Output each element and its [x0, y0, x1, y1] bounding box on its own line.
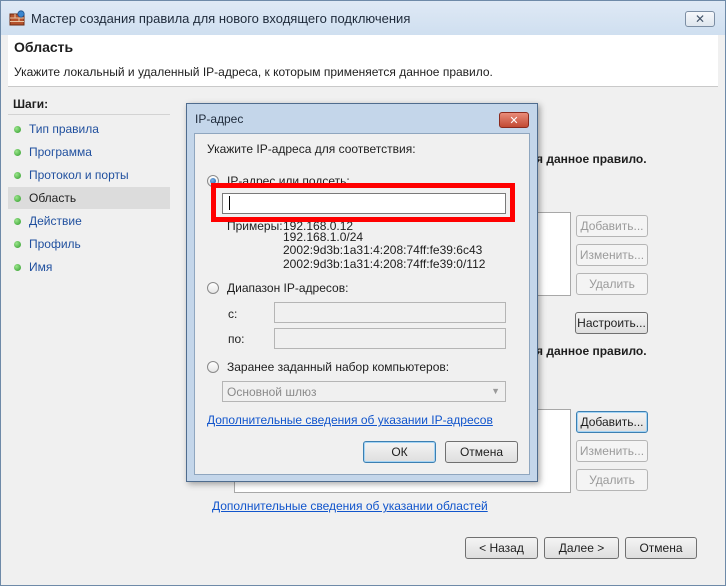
step-rule-type[interactable]: Тип правила — [8, 118, 170, 140]
remote-add-button[interactable]: Добавить... — [576, 411, 648, 433]
step-profile[interactable]: Профиль — [8, 233, 170, 255]
local-ip-list[interactable] — [536, 212, 571, 296]
remote-edit-button[interactable]: Изменить... — [576, 440, 648, 462]
preset-radio[interactable] — [207, 361, 219, 373]
local-add-button[interactable]: Добавить... — [576, 215, 648, 237]
dialog-title: IP-адрес — [195, 112, 244, 126]
next-button[interactable]: Далее > — [544, 537, 619, 559]
ip-range-radio[interactable] — [207, 282, 219, 294]
step-action[interactable]: Действие — [8, 210, 170, 232]
step-name[interactable]: Имя — [8, 256, 170, 278]
bullet-icon — [14, 217, 21, 225]
window-close-button[interactable]: ✕ — [685, 11, 715, 27]
local-remove-button[interactable]: Удалить — [576, 273, 648, 295]
dialog-instruction: Укажите IP-адреса для соответствия: — [207, 142, 416, 156]
chevron-down-icon: ▼ — [491, 386, 500, 396]
step-label: Область — [29, 191, 77, 205]
page-header: Область Укажите локальный и удаленный IP… — [8, 35, 718, 87]
firewall-icon — [9, 10, 25, 26]
step-label: Программа — [29, 145, 92, 159]
page-subtitle: Укажите локальный и удаленный IP-адреса,… — [14, 65, 493, 79]
configure-button[interactable]: Настроить... — [575, 312, 648, 334]
example-ipv4-subnet: 192.168.1.0/24 — [283, 230, 364, 244]
step-label: Действие — [29, 214, 82, 228]
step-label: Протокол и порты — [29, 168, 129, 182]
ip-help-link[interactable]: Дополнительные сведения об указании IP-а… — [207, 413, 493, 427]
steps-panel: Шаги: Тип правила Программа Протокол и п… — [8, 94, 173, 584]
range-to-label: по: — [228, 332, 245, 346]
preset-select[interactable]: Основной шлюз ▼ — [222, 381, 506, 402]
range-from-label: с: — [228, 307, 238, 321]
step-label: Тип правила — [29, 122, 99, 136]
step-label: Имя — [29, 260, 53, 274]
bullet-icon — [14, 148, 21, 156]
step-protocol-ports[interactable]: Протокол и порты — [8, 164, 170, 186]
step-program[interactable]: Программа — [8, 141, 170, 163]
steps-divider — [8, 114, 170, 115]
bullet-icon — [14, 194, 21, 202]
close-icon: ✕ — [509, 114, 519, 127]
close-icon: ✕ — [694, 12, 706, 26]
remote-section-heading: я данное правило. — [536, 344, 647, 358]
window-title: Мастер создания правила для нового входя… — [31, 11, 411, 26]
steps-heading: Шаги: — [13, 97, 49, 111]
range-to-input[interactable] — [274, 328, 506, 349]
bullet-icon — [14, 240, 21, 248]
step-scope[interactable]: Область — [8, 187, 170, 209]
ip-range-label: Диапазон IP-адресов: — [227, 281, 349, 295]
local-section-heading: я данное правило. — [536, 152, 647, 166]
cancel-button[interactable]: Отмена — [625, 537, 697, 559]
ok-button[interactable]: ОК — [363, 441, 436, 463]
dialog-cancel-button[interactable]: Отмена — [445, 441, 518, 463]
preset-select-value: Основной шлюз — [227, 384, 317, 399]
preset-label: Заранее заданный набор компьютеров: — [227, 360, 450, 374]
page-title: Область — [14, 39, 74, 55]
bullet-icon — [14, 125, 21, 133]
scope-help-link[interactable]: Дополнительные сведения об указании обла… — [212, 499, 488, 513]
dialog-close-button[interactable]: ✕ — [499, 112, 529, 128]
range-from-input[interactable] — [274, 302, 506, 323]
example-ipv6-subnet: 2002:9d3b:1a31:4:208:74ff:fe39:0/112 — [283, 257, 486, 271]
highlight-box — [211, 183, 515, 222]
bullet-icon — [14, 263, 21, 271]
remote-remove-button[interactable]: Удалить — [576, 469, 648, 491]
title-bar[interactable]: Мастер создания правила для нового входя… — [1, 1, 725, 35]
local-edit-button[interactable]: Изменить... — [576, 244, 648, 266]
example-ipv6: 2002:9d3b:1a31:4:208:74ff:fe39:6c43 — [283, 243, 483, 257]
step-label: Профиль — [29, 237, 81, 251]
bullet-icon — [14, 171, 21, 179]
back-button[interactable]: < Назад — [465, 537, 538, 559]
